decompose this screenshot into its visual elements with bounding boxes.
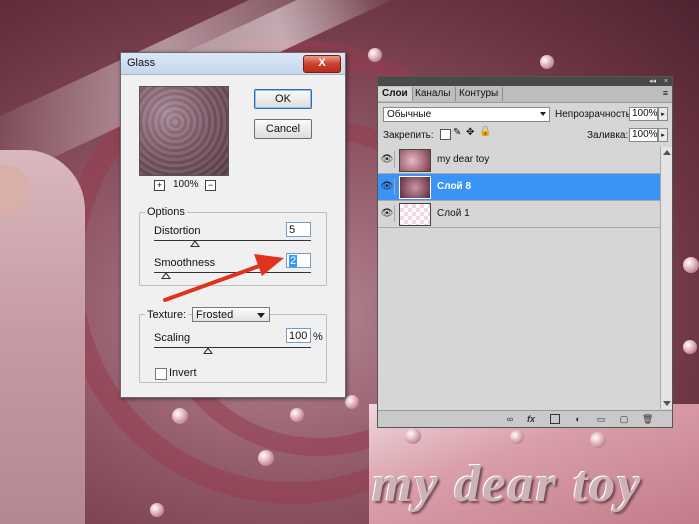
annotation-arrow bbox=[163, 254, 284, 302]
arrow-head bbox=[254, 254, 284, 276]
arrow-shaft bbox=[163, 263, 264, 302]
